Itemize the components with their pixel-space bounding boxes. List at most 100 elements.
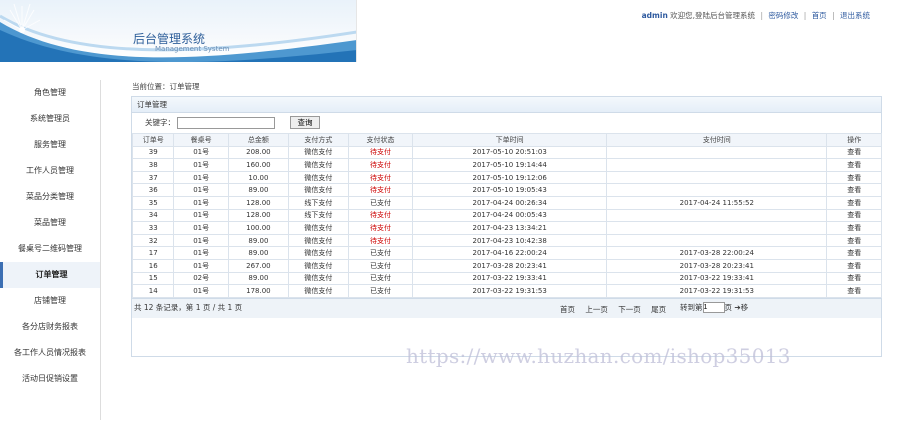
table-cell: 01号 (173, 284, 229, 298)
table-cell: 89.00 (227, 183, 289, 197)
table-cell: 2017-04-24 00:05:43 (412, 208, 608, 223)
table-cell: 线下支付 (287, 208, 349, 223)
table-row: 32 01号 89.00 微信支付 待支付 2017-04-23 10:42:38 查看 (131, 233, 882, 248)
app-subtitle: Management System (155, 45, 230, 53)
table-row: 14 01号 178.00 微信支付 已支付 2017-03-22 19:31:53 201… (131, 284, 882, 298)
prev-page-link[interactable]: 上一页 (585, 305, 608, 314)
breadcrumb: 当前位置：订单管理 (132, 82, 200, 91)
table-cell: 2017-03-22 19:33:41 (412, 271, 608, 286)
table-cell: 待支付 (347, 233, 414, 248)
table-cell: 2017-04-24 00:26:34 (412, 195, 608, 210)
view-order-link[interactable]: 查看 (826, 258, 882, 273)
nav-separator: | (832, 11, 835, 20)
view-order-link[interactable]: 查看 (826, 145, 882, 160)
table-cell: 17 (131, 246, 175, 260)
table-cell: 128.00 (227, 195, 289, 210)
table-cell: 34 (131, 208, 175, 223)
home-link[interactable]: 首页 (812, 11, 827, 20)
view-order-link[interactable]: 查看 (826, 246, 882, 260)
table-cell: 已支付 (347, 258, 414, 273)
table-cell: 2017-03-22 19:31:53 (606, 284, 828, 298)
column-header: 总金额 (227, 133, 289, 147)
sidebar-item[interactable]: 服务管理 (0, 132, 100, 158)
table-cell: 01号 (173, 208, 229, 223)
table-cell: 36 (131, 183, 175, 197)
last-page-link[interactable]: 尾页 (651, 305, 666, 314)
column-header: 支付时间 (606, 133, 828, 147)
table-cell: 01号 (173, 145, 229, 160)
table-body: 39 01号 208.00 微信支付 待支付 2017-05-10 20:51:03 查看 3… (131, 145, 882, 298)
table-cell: 38 (131, 158, 175, 172)
view-order-link[interactable]: 查看 (826, 284, 882, 298)
table-cell: 微信支付 (287, 183, 349, 197)
sidebar-item[interactable]: 角色管理 (0, 80, 100, 106)
table-cell: 微信支付 (287, 284, 349, 298)
table-cell: 89.00 (227, 246, 289, 260)
sidebar-item[interactable]: 餐桌号二维码管理 (0, 236, 100, 262)
table-cell: 线下支付 (287, 195, 349, 210)
column-header: 下单时间 (412, 133, 608, 147)
watermark: https://www.huzhan.com/ishop35013 (406, 344, 791, 368)
sidebar: 角色管理 系统管理员 服务管理 工作人员管理 菜品分类管理 菜品管理 餐桌号二维码管理 订单管… (0, 80, 101, 420)
table-cell: 01号 (173, 195, 229, 210)
table-cell: 2017-03-28 20:23:41 (412, 258, 608, 273)
table-cell: 01号 (173, 221, 229, 235)
sidebar-item[interactable]: 工作人员管理 (0, 158, 100, 184)
table-cell: 待支付 (347, 208, 414, 223)
view-order-link[interactable]: 查看 (826, 221, 882, 235)
view-order-link[interactable]: 查看 (826, 170, 882, 185)
first-page-link[interactable]: 首页 (560, 305, 575, 314)
view-order-link[interactable]: 查看 (826, 158, 882, 172)
current-user: admin (641, 11, 668, 20)
change-password-link[interactable]: 密码修改 (768, 11, 798, 20)
sidebar-item[interactable]: 系统管理员 (0, 106, 100, 132)
table-cell: 178.00 (227, 284, 289, 298)
view-order-link[interactable]: 查看 (826, 183, 882, 197)
sidebar-item[interactable]: 各分店财务报表 (0, 314, 100, 340)
page-number-input[interactable] (702, 302, 725, 314)
column-header: 餐桌号 (173, 133, 229, 147)
table-cell: 2017-03-28 20:23:41 (606, 258, 828, 273)
table-cell: 微信支付 (287, 258, 349, 273)
table-cell: 微信支付 (287, 158, 349, 172)
table-row: 33 01号 100.00 微信支付 待支付 2017-04-23 13:34:21 查看 (131, 221, 882, 235)
search-bar: 关键字： 查询 (132, 113, 881, 133)
table-cell: 2017-04-23 10:42:38 (412, 233, 608, 248)
table-cell (606, 145, 828, 160)
view-order-link[interactable]: 查看 (826, 233, 882, 248)
table-row: 16 01号 267.00 微信支付 已支付 2017-03-28 20:23:41 201… (131, 258, 882, 273)
column-header: 操作 (826, 133, 882, 147)
logout-link[interactable]: 退出系统 (840, 11, 870, 20)
table-cell: 2017-03-22 19:33:41 (606, 271, 828, 286)
sidebar-item[interactable]: 各工作人员情况报表 (0, 340, 100, 366)
sidebar-item[interactable]: 菜品管理 (0, 210, 100, 236)
table-row: 36 01号 89.00 微信支付 待支付 2017-05-10 19:05:43 查看 (131, 183, 882, 197)
next-page-link[interactable]: 下一页 (618, 305, 641, 314)
table-cell: 2017-04-24 11:55:52 (606, 195, 828, 210)
table-cell: 微信支付 (287, 221, 349, 235)
table-cell (606, 208, 828, 223)
table-cell: 2017-05-10 19:05:43 (412, 183, 608, 197)
search-button[interactable]: 查询 (290, 116, 320, 129)
view-order-link[interactable]: 查看 (826, 195, 882, 210)
sidebar-item[interactable]: 菜品分类管理 (0, 184, 100, 210)
table-cell: 待支付 (347, 170, 414, 185)
view-order-link[interactable]: 查看 (826, 271, 882, 286)
goto-button[interactable]: ➔移 (734, 303, 748, 312)
table-row: 17 01号 89.00 微信支付 已支付 2017-04-16 22:00:24 2017… (131, 246, 882, 260)
column-header: 支付方式 (287, 133, 349, 147)
keyword-input[interactable] (177, 116, 275, 129)
table-cell (606, 170, 828, 185)
welcome-text: 欢迎您,登陆后台管理系统 (670, 11, 756, 20)
table-cell: 39 (131, 145, 175, 160)
sidebar-item[interactable]: 活动日促销设置 (0, 366, 100, 392)
table-cell (606, 183, 828, 197)
pagination-links: 首页 上一页 下一页 尾页 (560, 304, 674, 315)
view-order-link[interactable]: 查看 (826, 208, 882, 223)
table-cell: 01号 (173, 258, 229, 273)
goto-label: 转到第 (680, 302, 703, 312)
table-cell: 15 (131, 271, 175, 286)
sidebar-item[interactable]: 订单管理 (0, 262, 100, 288)
sidebar-item[interactable]: 店铺管理 (0, 288, 100, 314)
logo-banner: 后台管理系统 Management System (0, 0, 357, 62)
